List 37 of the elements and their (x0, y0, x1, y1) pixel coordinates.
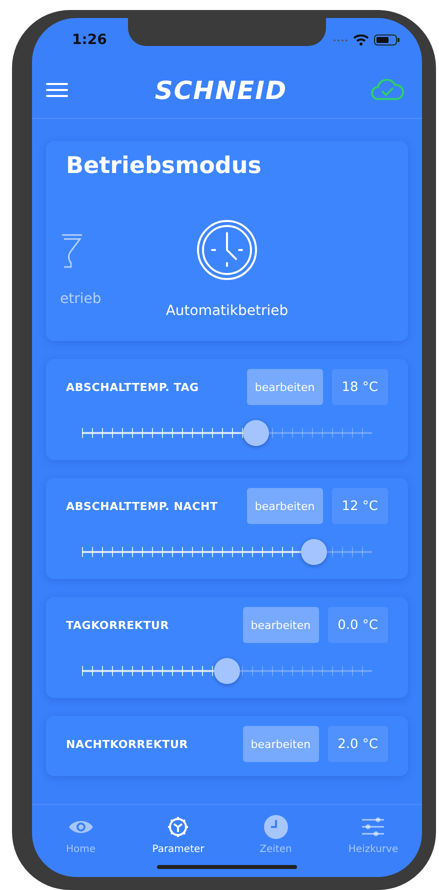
logo: SCHNEID (154, 76, 288, 104)
card-title: Betriebsmodus (66, 153, 262, 179)
value-display: 0.0 °C (328, 607, 388, 643)
status-time: 1:26 (72, 32, 107, 48)
edit-button[interactable]: bearbeiten (246, 369, 323, 405)
clock-icon (264, 815, 288, 839)
tab[interactable]: Parameter (130, 805, 227, 877)
wifi-icon (353, 34, 369, 46)
parameter-label: NACHTKORREKTUR (66, 738, 189, 750)
eye-icon (68, 818, 94, 836)
glass-icon (60, 233, 84, 269)
tab[interactable]: Heizkurve (324, 805, 422, 877)
mode-label: etrieb (60, 291, 102, 307)
clock-icon (196, 219, 258, 281)
signal-icon (333, 38, 348, 42)
battery-icon (374, 34, 400, 46)
tab[interactable]: Home (32, 805, 130, 877)
value-display: 2.0 °C (328, 726, 388, 762)
edit-button[interactable]: bearbeiten (242, 607, 319, 643)
mode-option[interactable]: Automatikbetrieb (136, 219, 318, 319)
mode-option[interactable]: etrieb (46, 219, 136, 319)
slider-thumb[interactable] (243, 420, 269, 446)
parameter-label: ABSCHALTTEMP. NACHT (66, 500, 219, 512)
edit-button[interactable]: bearbeiten (242, 726, 319, 762)
value-display: 18 °C (332, 369, 388, 405)
value-display: 12 °C (332, 488, 388, 524)
slider-thumb[interactable] (301, 539, 327, 565)
cloud-check-icon[interactable] (370, 79, 404, 101)
menu-icon (46, 83, 68, 97)
parameter-label: TAGKORREKTUR (66, 618, 170, 632)
tab[interactable]: Zeiten (227, 805, 324, 877)
mode-label: Automatikbetrieb (166, 303, 288, 319)
parameter-label: ABSCHALTTEMP. TAG (66, 380, 200, 394)
sliders-icon (361, 816, 386, 838)
slider-thumb[interactable] (214, 658, 240, 684)
edit-button[interactable]: bearbeiten (246, 488, 323, 524)
gear-icon (166, 815, 190, 839)
